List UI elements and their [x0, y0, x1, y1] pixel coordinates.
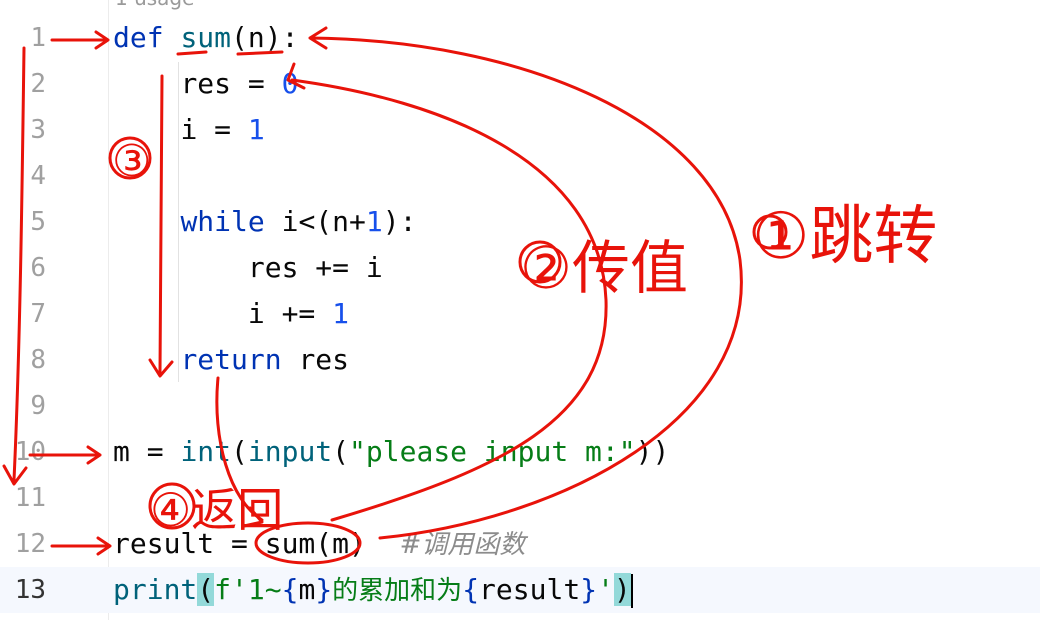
- line-number[interactable]: 2: [0, 61, 46, 107]
- code-text: i +=: [247, 297, 333, 330]
- string-literal: ': [597, 573, 614, 606]
- number: 1: [365, 205, 383, 238]
- line-number[interactable]: 4: [0, 153, 46, 199]
- code-line-13[interactable]: print(f'1~{m}的累加和为{result}'): [113, 567, 633, 613]
- code-line-2[interactable]: res = 0: [113, 61, 298, 107]
- keyword: return: [180, 343, 282, 376]
- string-literal: f'1~: [214, 573, 282, 606]
- line-number[interactable]: 5: [0, 199, 46, 245]
- number: 0: [281, 67, 299, 100]
- fstring-brace: }: [315, 573, 333, 606]
- code-text: result = sum(m): [113, 527, 366, 560]
- comment: #调用函数: [399, 530, 526, 560]
- builtin-name: input: [247, 435, 333, 468]
- builtin-name: int: [180, 435, 232, 468]
- line-number[interactable]: 10: [0, 429, 46, 475]
- code-text: (n):: [231, 21, 299, 54]
- line-number[interactable]: 9: [0, 383, 46, 429]
- code-line-12[interactable]: result = sum(m) #调用函数: [113, 521, 525, 567]
- usage-hint[interactable]: 1 usage: [115, 0, 194, 10]
- code-line-6[interactable]: res += i: [113, 245, 383, 291]
- code-line-3[interactable]: i = 1: [113, 107, 265, 153]
- number: 1: [247, 113, 265, 146]
- code-text: i<(n+: [264, 205, 366, 238]
- code-text: (: [231, 435, 248, 468]
- annotation-two-pass: ②传值: [520, 234, 688, 302]
- code-text: m: [298, 573, 316, 606]
- function-name: sum: [180, 21, 232, 54]
- code-text: (: [332, 435, 350, 468]
- line-number[interactable]: 11: [0, 475, 46, 521]
- code-text: ):: [382, 205, 417, 238]
- bracket-match: ): [613, 573, 631, 606]
- builtin-name: print: [113, 573, 198, 606]
- text-caret: [630, 574, 633, 608]
- code-line-1[interactable]: def sum(n):: [113, 15, 298, 61]
- line-number[interactable]: 13: [0, 567, 46, 613]
- circle-two: [518, 240, 562, 284]
- annotation-one-jump: ①跳转: [752, 200, 937, 274]
- line-number[interactable]: 1: [0, 15, 46, 61]
- code-text: )): [635, 435, 670, 468]
- code-text: res =: [180, 67, 282, 100]
- code-text: res: [281, 343, 350, 376]
- bracket-match: (: [197, 573, 215, 606]
- code-text: result: [479, 573, 581, 606]
- line-number[interactable]: 3: [0, 107, 46, 153]
- line-number[interactable]: 6: [0, 245, 46, 291]
- fstring-brace: {: [281, 573, 299, 606]
- line-number[interactable]: 12: [0, 521, 46, 567]
- keyword: def: [113, 21, 164, 54]
- code-text: res += i: [247, 251, 383, 284]
- fstring-brace: }: [580, 573, 598, 606]
- code-line-8[interactable]: return res: [113, 337, 349, 383]
- string-literal: 的累加和为: [332, 576, 463, 606]
- keyword: while: [180, 205, 265, 238]
- line-number[interactable]: 7: [0, 291, 46, 337]
- code-line-7[interactable]: i += 1: [113, 291, 349, 337]
- code-line-5[interactable]: while i<(n+1):: [113, 199, 416, 245]
- string-literal: "please input m:": [349, 435, 636, 468]
- code-text: m =: [113, 435, 181, 468]
- code-line-10[interactable]: m = int(input("please input m:")): [113, 429, 669, 475]
- fstring-brace: {: [462, 573, 480, 606]
- line-number[interactable]: 8: [0, 337, 46, 383]
- code-text: i =: [180, 113, 248, 146]
- circle-one: [752, 214, 788, 250]
- number: 1: [332, 297, 350, 330]
